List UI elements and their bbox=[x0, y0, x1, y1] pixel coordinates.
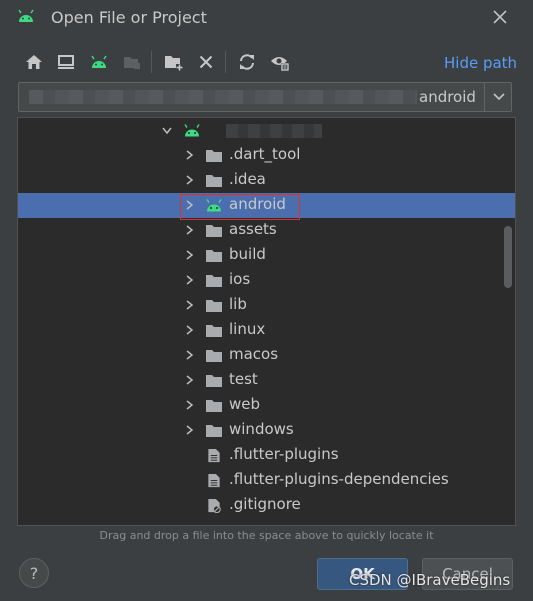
android-icon bbox=[184, 124, 200, 137]
window-title: Open File or Project bbox=[51, 8, 207, 27]
tree-row[interactable]: .idea bbox=[18, 168, 515, 193]
chevron-right-icon[interactable] bbox=[183, 174, 195, 186]
file-tree[interactable]: .dart_tool .idea android assets build ios lib l… bbox=[17, 117, 516, 526]
folder-icon bbox=[206, 275, 222, 287]
folder-icon bbox=[206, 350, 222, 362]
module-button[interactable] bbox=[120, 49, 144, 75]
android-icon bbox=[18, 9, 34, 22]
chevron-right-icon[interactable] bbox=[183, 149, 195, 161]
chevron-down-icon bbox=[492, 93, 505, 101]
watermark: CSDN @IBraveBegins bbox=[349, 571, 511, 589]
new-folder-disabled-icon bbox=[124, 57, 140, 69]
folder-icon bbox=[206, 250, 222, 262]
delete-button[interactable] bbox=[194, 49, 218, 75]
home-icon bbox=[26, 55, 42, 69]
tree-row[interactable]: .flutter-plugins bbox=[18, 443, 515, 468]
tree-row[interactable]: ios bbox=[18, 268, 515, 293]
close-button[interactable] bbox=[489, 6, 511, 28]
folder-icon bbox=[206, 225, 222, 237]
tree-item-label: linux bbox=[229, 320, 266, 338]
chevron-right-icon[interactable] bbox=[183, 324, 195, 336]
home-button[interactable] bbox=[22, 49, 46, 75]
folder-icon bbox=[206, 175, 222, 187]
chevron-down-icon bbox=[162, 127, 172, 135]
folder-icon bbox=[206, 300, 222, 312]
chevron-right-icon[interactable] bbox=[183, 399, 195, 411]
folder-icon bbox=[206, 325, 222, 337]
tree-item-label: .flutter-plugins-dependencies bbox=[229, 470, 449, 488]
refresh-button[interactable] bbox=[235, 49, 259, 75]
tree-item-label: .flutter-plugins bbox=[229, 445, 339, 463]
ignored-file-icon bbox=[208, 498, 221, 513]
tree-item-label: build bbox=[229, 245, 266, 263]
refresh-icon bbox=[240, 54, 254, 70]
close-icon bbox=[493, 10, 507, 24]
file-icon bbox=[208, 473, 220, 488]
tree-row[interactable]: macos bbox=[18, 343, 515, 368]
tree-item-label: test bbox=[229, 370, 258, 388]
folder-icon bbox=[206, 150, 222, 162]
chevron-right-icon[interactable] bbox=[183, 349, 195, 361]
project-button[interactable] bbox=[87, 49, 111, 75]
tree-item-label: windows bbox=[229, 420, 294, 438]
folder-icon bbox=[206, 400, 222, 412]
help-button[interactable]: ? bbox=[19, 558, 49, 588]
highlight-box bbox=[180, 194, 300, 220]
new-folder-button[interactable] bbox=[162, 49, 186, 75]
file-toolbar bbox=[22, 49, 322, 75]
delete-icon bbox=[199, 55, 213, 69]
tree-root-row[interactable] bbox=[18, 118, 515, 143]
tree-item-label: .gitignore bbox=[229, 495, 301, 513]
tree-row[interactable]: .dart_tool bbox=[18, 143, 515, 168]
folder-icon bbox=[206, 425, 222, 437]
show-hidden-button[interactable] bbox=[268, 49, 292, 75]
tree-item-label: lib bbox=[229, 295, 247, 313]
desktop-button[interactable] bbox=[54, 49, 78, 75]
tree-item-label: .idea bbox=[229, 170, 266, 188]
tree-row[interactable]: lib bbox=[18, 293, 515, 318]
root-name-redacted bbox=[226, 124, 322, 138]
tree-item-label: ios bbox=[229, 270, 251, 288]
tree-row[interactable]: .flutter-plugins-dependencies bbox=[18, 468, 515, 493]
path-value: android bbox=[417, 88, 476, 106]
tree-row[interactable]: assets bbox=[18, 218, 515, 243]
path-dropdown-button[interactable] bbox=[484, 83, 512, 111]
tree-item-label: macos bbox=[229, 345, 279, 363]
file-icon bbox=[208, 448, 220, 463]
chevron-right-icon[interactable] bbox=[183, 224, 195, 236]
tree-row[interactable]: windows bbox=[18, 418, 515, 443]
tree-row[interactable]: linux bbox=[18, 318, 515, 343]
path-redacted bbox=[29, 90, 427, 104]
chevron-right-icon[interactable] bbox=[183, 424, 195, 436]
show-hidden-icon bbox=[271, 57, 289, 71]
chevron-right-icon[interactable] bbox=[183, 249, 195, 261]
chevron-right-icon[interactable] bbox=[183, 374, 195, 386]
tree-row[interactable]: build bbox=[18, 243, 515, 268]
tree-row[interactable]: test bbox=[18, 368, 515, 393]
chevron-right-icon[interactable] bbox=[183, 274, 195, 286]
path-combobox[interactable]: android bbox=[18, 82, 512, 112]
hide-path-link[interactable]: Hide path bbox=[444, 54, 517, 72]
new-folder-icon bbox=[165, 55, 183, 71]
tree-row[interactable]: web bbox=[18, 393, 515, 418]
tree-scrollbar[interactable] bbox=[504, 226, 512, 288]
tree-item-label: web bbox=[229, 395, 261, 413]
chevron-right-icon[interactable] bbox=[183, 299, 195, 311]
android-project-icon bbox=[91, 55, 107, 68]
tree-row[interactable]: .gitignore bbox=[18, 493, 515, 518]
folder-icon bbox=[206, 375, 222, 387]
tree-item-label: .dart_tool bbox=[229, 145, 301, 163]
drag-drop-hint: Drag and drop a file into the space abov… bbox=[99, 529, 434, 542]
title-bar: Open File or Project bbox=[0, 0, 533, 36]
desktop-icon bbox=[58, 55, 74, 69]
tree-item-label: assets bbox=[229, 220, 277, 238]
